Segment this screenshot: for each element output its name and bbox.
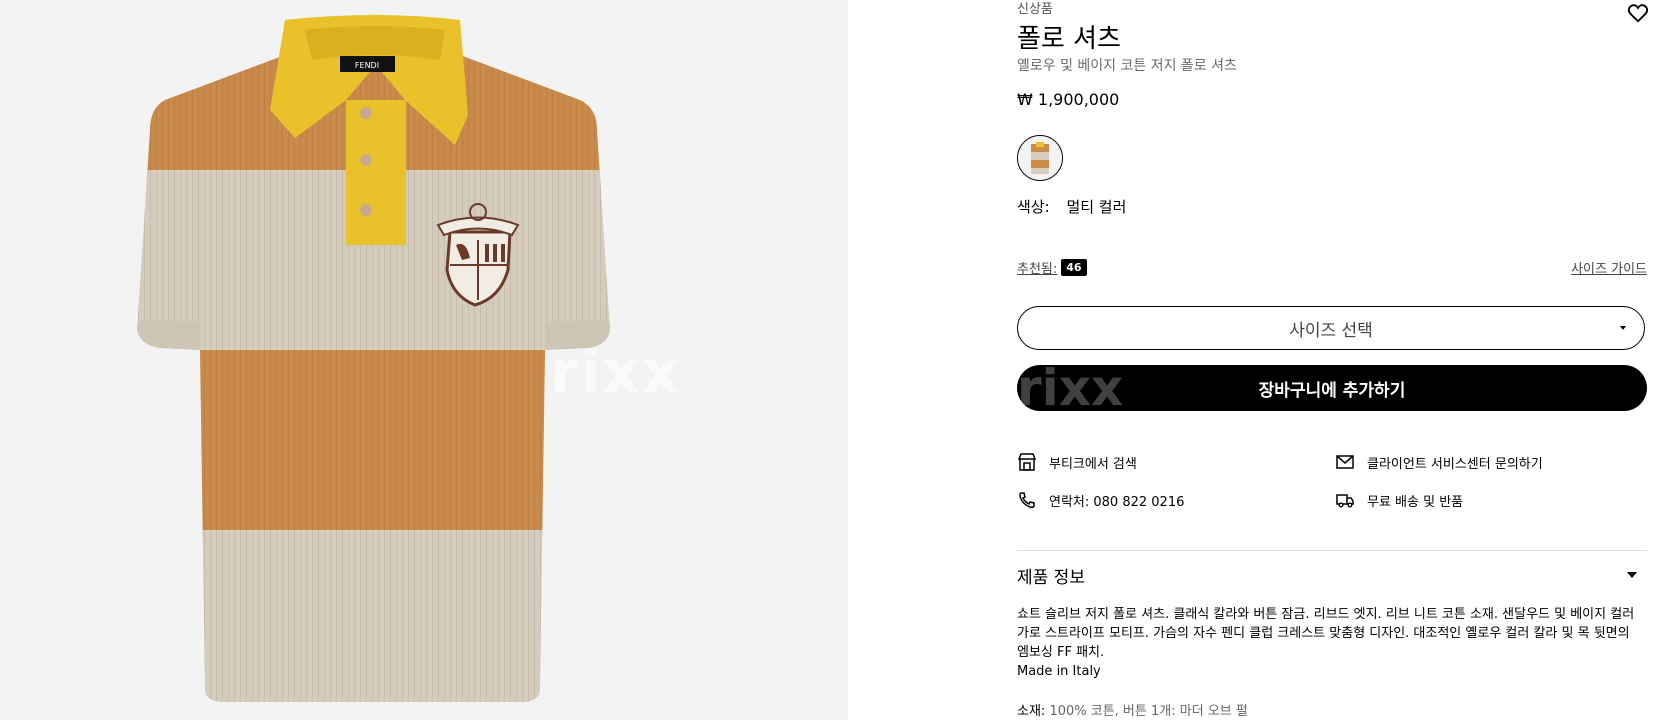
color-value: 멀티 컬러 [1066, 198, 1127, 216]
logo-label: FENDI [355, 61, 379, 70]
store-locator-link[interactable]: 부티크에서 검색 [1017, 452, 1137, 472]
add-to-cart-label: 장바구니에 추가하기 [1258, 380, 1406, 401]
add-to-cart-button[interactable]: rixx 장바구니에 추가하기 [1017, 365, 1647, 411]
phone-label: 연락처: 080 822 0216 [1049, 494, 1185, 510]
recommended-size-badge: 46 [1061, 259, 1087, 276]
shipping-returns-link[interactable]: 무료 배송 및 반품 [1335, 490, 1463, 510]
divider [1017, 550, 1647, 551]
product-info-heading[interactable]: 제품 정보 [1017, 563, 1085, 588]
chevron-down-icon [1620, 326, 1626, 330]
material-value: 100% 코튼, 버튼 1개: 마더 오브 펄 [1049, 704, 1248, 719]
product-image-gallery[interactable]: FENDI rixx [0, 0, 848, 720]
watermark-overlay: rixx [1017, 365, 1124, 411]
truck-icon [1336, 494, 1354, 508]
contact-service-label: 클라이언트 서비스센터 문의하기 [1367, 456, 1543, 472]
color-label: 색상: [1017, 198, 1050, 216]
product-price: ₩ 1,900,000 [1017, 90, 1120, 109]
phone-icon [1019, 492, 1035, 509]
recommended-size: 추천됨: 46 [1017, 258, 1087, 277]
material-info: 소재: 100% 코튼, 버튼 1개: 마더 오브 펄 [1017, 700, 1248, 719]
product-title: 폴로 셔츠 [1017, 24, 1121, 54]
made-in-label: Made in Italy [1017, 664, 1101, 679]
product-image: FENDI [137, 15, 610, 702]
phone-link[interactable]: 연락처: 080 822 0216 [1017, 490, 1184, 510]
size-select-placeholder: 사이즈 선택 [1289, 320, 1373, 341]
color-swatch[interactable] [1017, 135, 1063, 181]
watermark: rixx [550, 338, 682, 406]
shipping-returns-label: 무료 배송 및 반품 [1367, 494, 1464, 510]
contact-service-link[interactable]: 클라이언트 서비스센터 문의하기 [1335, 452, 1543, 472]
new-arrival-label: 신상품 [1017, 2, 1053, 17]
caret-down-icon[interactable] [1627, 572, 1637, 578]
size-guide-link[interactable]: 사이즈 가이드 [1571, 258, 1647, 277]
material-label: 소재: [1017, 704, 1046, 719]
swatch-thumbnail [1018, 136, 1062, 180]
store-locator-label: 부티크에서 검색 [1049, 456, 1137, 472]
product-description: 쇼트 슬리브 저지 폴로 셔츠. 클래식 칼라와 버튼 잠금. 리브드 엣지. … [1017, 607, 1635, 660]
mail-icon [1336, 455, 1354, 469]
size-select[interactable]: 사이즈 선택 [1017, 306, 1645, 350]
store-icon [1017, 453, 1037, 471]
product-details-panel: 신상품 폴로 셔츠 옐로우 및 베이지 코튼 저지 폴로 셔츠 ₩ 1,900,… [1017, 0, 1649, 720]
heart-icon[interactable] [1627, 2, 1649, 24]
color-info: 색상: 멀티 컬러 [1017, 196, 1126, 217]
product-subtitle: 옐로우 및 베이지 코튼 저지 폴로 셔츠 [1017, 58, 1237, 74]
recommended-label: 추천됨: [1017, 262, 1058, 277]
